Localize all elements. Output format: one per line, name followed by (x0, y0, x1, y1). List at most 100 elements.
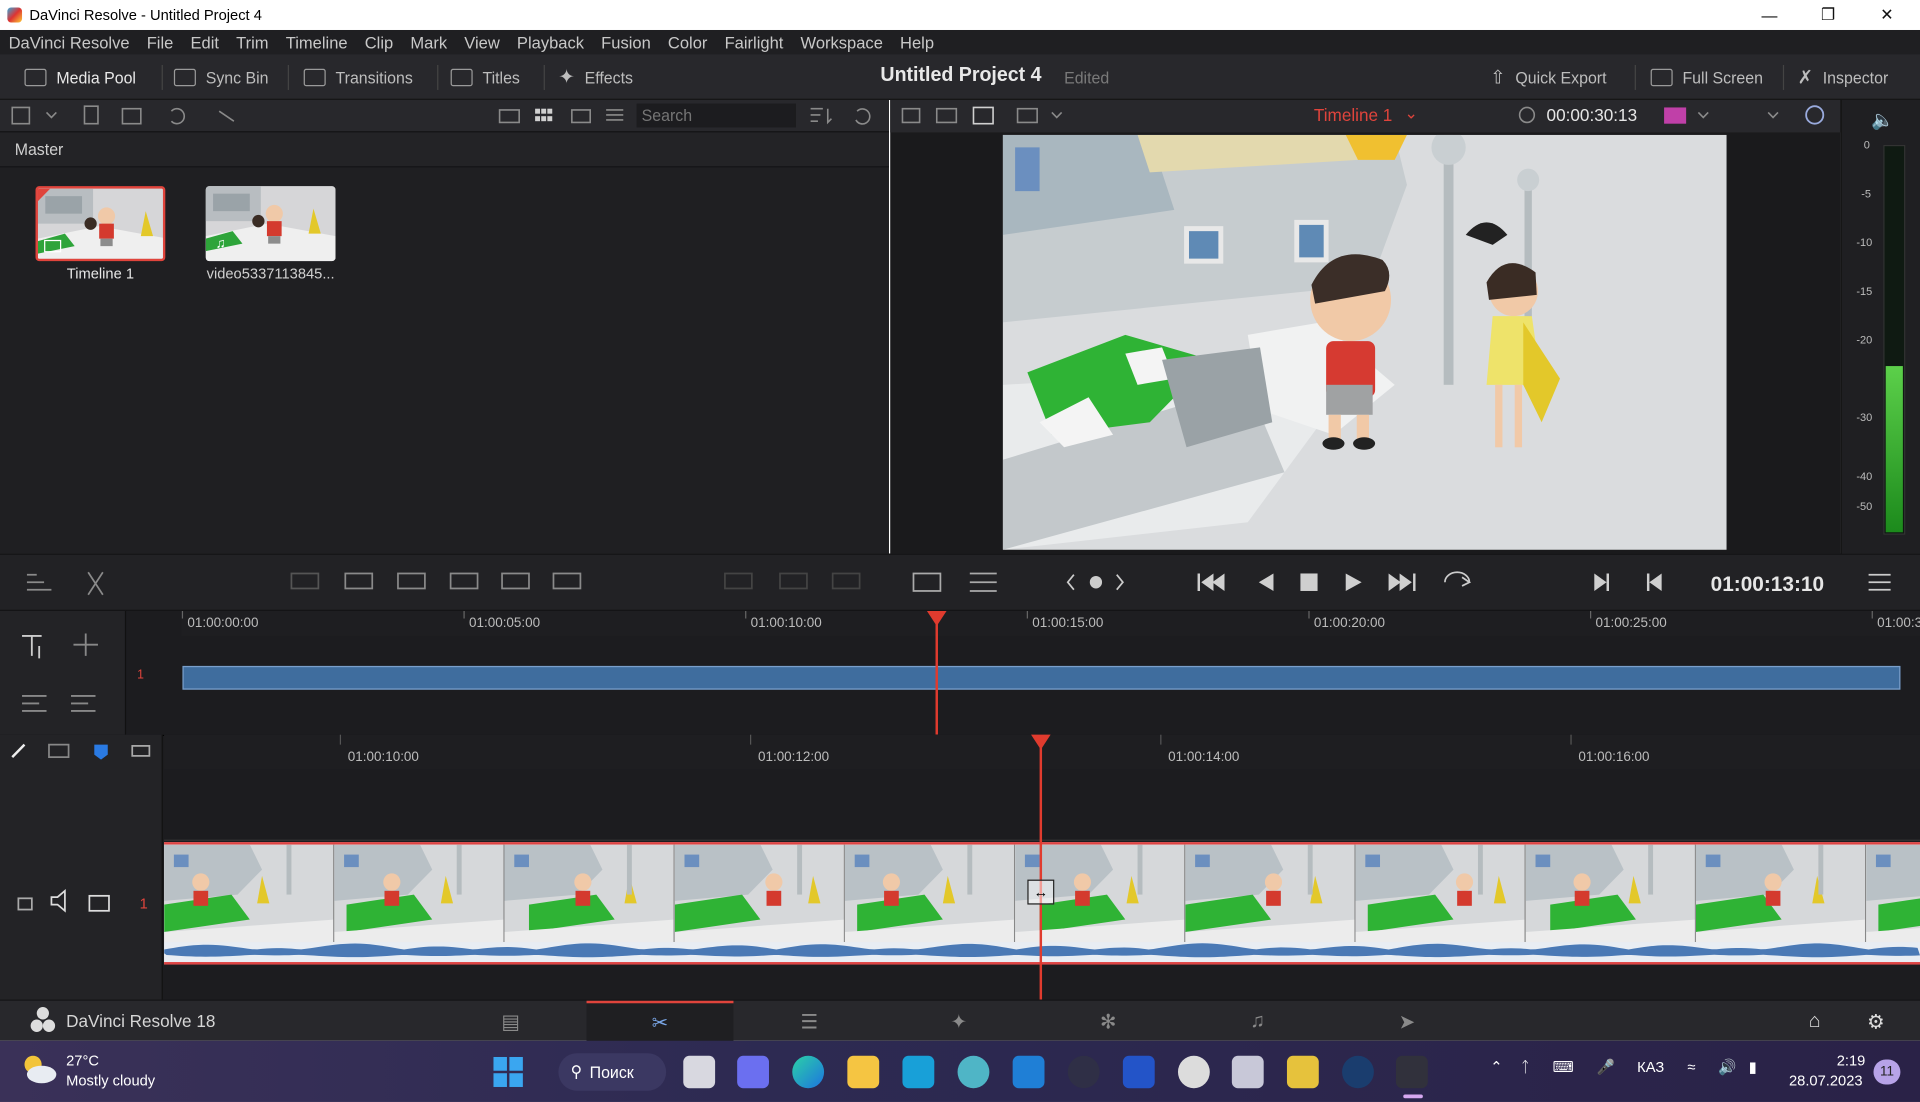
menu-color[interactable]: Color (659, 33, 716, 52)
refresh-icon[interactable] (855, 108, 871, 125)
safe-area-icon[interactable] (1016, 107, 1038, 124)
trim-icon[interactable] (73, 633, 98, 656)
fast-review-icon[interactable] (912, 572, 942, 592)
filmstrip-view-icon[interactable] (571, 109, 592, 124)
relink-icon[interactable] (170, 107, 186, 125)
linked-selection-icon[interactable] (48, 743, 70, 759)
smart-insert-tool-icon[interactable] (290, 572, 320, 590)
page-fusion-tab[interactable]: ✦ (885, 1001, 1032, 1042)
audio-scrub-icon[interactable] (131, 745, 151, 757)
menu-help[interactable]: Help (891, 33, 942, 52)
blade-snap-icon[interactable] (22, 635, 42, 659)
sticky-notes-icon[interactable] (1286, 1055, 1319, 1089)
battery-icon[interactable]: ▮ (1749, 1058, 1757, 1075)
media-pool-button[interactable]: Media Pool (24, 55, 136, 100)
upper-timeline-clip[interactable] (182, 665, 1901, 690)
minimize-button[interactable]: — (1741, 0, 1797, 30)
prev-clip-icon[interactable] (1066, 574, 1075, 591)
camera-snapshot-icon[interactable] (1664, 107, 1687, 124)
timeline-selector[interactable]: Timeline 1 (1314, 105, 1392, 125)
go-to-start-icon[interactable] (1197, 573, 1225, 591)
davinci-resolve-taskbar-icon[interactable] (1395, 1055, 1428, 1089)
prev-edit-icon[interactable] (1646, 573, 1662, 591)
page-cut-tab[interactable]: ✂ (586, 1000, 734, 1042)
track-video-icon[interactable] (88, 894, 110, 912)
source-overwrite-icon[interactable] (552, 572, 582, 590)
reverse-icon[interactable] (1258, 573, 1274, 591)
menu-fusion[interactable]: Fusion (593, 33, 660, 52)
tape-view-icon[interactable] (972, 106, 994, 125)
vscode-icon[interactable] (1012, 1055, 1045, 1089)
teams-chat-icon[interactable] (737, 1055, 769, 1089)
globe-app-icon[interactable] (957, 1055, 990, 1089)
next-clip-icon[interactable] (1116, 574, 1124, 591)
upper-timeline-ruler[interactable]: 01:00:00:00 01:00:05:00 01:00:10:00 01:0… (181, 610, 1920, 636)
grid-view-icon[interactable] (535, 108, 553, 122)
unlink-icon[interactable] (218, 110, 235, 122)
sync-bin-button[interactable]: Sync Bin (173, 55, 269, 100)
sort-icon[interactable] (810, 107, 832, 125)
menu-view[interactable]: View (456, 33, 509, 52)
speedometer-app-icon[interactable] (1067, 1055, 1100, 1089)
input-language[interactable]: КАЗ (1637, 1058, 1664, 1075)
new-bin-icon[interactable] (83, 105, 99, 125)
scissors-icon[interactable] (87, 571, 104, 596)
menu-clip[interactable]: Clip (356, 33, 402, 52)
taskbar-search[interactable]: ⚲ Поиск (558, 1053, 667, 1091)
append-icon[interactable] (344, 572, 374, 590)
play-icon[interactable] (1345, 573, 1362, 591)
place-on-top-icon[interactable] (501, 572, 530, 590)
transitions-button[interactable]: Transitions (303, 55, 413, 100)
notification-badge[interactable]: 11 (1873, 1059, 1901, 1085)
mute-track-icon[interactable] (50, 888, 66, 913)
page-deliver-tab[interactable]: ➤ (1333, 1001, 1480, 1042)
lock-track-icon[interactable] (17, 897, 33, 911)
steam-icon[interactable] (1342, 1055, 1374, 1089)
clip-thumbnail-timeline[interactable] (35, 186, 166, 262)
bin-list-toggle-icon[interactable] (11, 106, 31, 125)
stop-icon[interactable] (1300, 573, 1318, 591)
go-to-end-icon[interactable] (1388, 573, 1416, 591)
page-fairlight-tab[interactable]: ♫ (1184, 1001, 1331, 1042)
menu-mark[interactable]: Mark (402, 33, 456, 52)
page-edit-tab[interactable]: ☰ (736, 1001, 883, 1042)
settings-button[interactable]: ⚙ (1802, 1001, 1920, 1042)
bluetooth-icon[interactable]: ᛏ (1521, 1058, 1530, 1075)
quick-export-button[interactable]: ⇧ Quick Export (1490, 55, 1606, 100)
clock-time[interactable]: 2:19 (1837, 1052, 1866, 1069)
smart-insert-icon[interactable] (26, 573, 52, 591)
transition-icon[interactable] (724, 572, 753, 590)
menu-fairlight[interactable]: Fairlight (716, 33, 792, 52)
snapping-icon[interactable] (11, 743, 26, 759)
task-view-icon[interactable] (683, 1055, 716, 1089)
menu-trim[interactable]: Trim (228, 33, 278, 52)
volume-icon[interactable]: 🔊 (1718, 1058, 1736, 1075)
cube-app-icon[interactable] (1231, 1055, 1264, 1089)
smooth-cut-icon[interactable] (831, 572, 861, 590)
effects-button[interactable]: ✦ Effects (558, 55, 633, 100)
file-explorer-icon[interactable] (847, 1055, 880, 1089)
menu-playback[interactable]: Playback (508, 33, 592, 52)
playback-options-icon[interactable] (969, 572, 997, 592)
menu-file[interactable]: File (138, 33, 182, 52)
inspector-button[interactable]: ✗ Inspector (1798, 55, 1889, 100)
zoom-in-track-icon[interactable] (22, 694, 47, 712)
maxon-app-icon[interactable] (902, 1055, 935, 1089)
dual-view-icon[interactable] (935, 107, 958, 124)
next-edit-icon[interactable] (1594, 573, 1609, 591)
titles-button[interactable]: Titles (450, 55, 520, 100)
close-up-icon[interactable] (449, 572, 479, 590)
wondershare-icon[interactable] (1122, 1055, 1155, 1089)
lower-playhead[interactable] (1039, 742, 1043, 1000)
menu-icon[interactable] (1868, 573, 1891, 591)
github-desktop-icon[interactable] (1177, 1055, 1210, 1089)
menu-edit[interactable]: Edit (182, 33, 228, 52)
menu-workspace[interactable]: Workspace (792, 33, 892, 52)
chevron-down-icon[interactable] (45, 111, 57, 119)
chevron-down-icon[interactable] (1051, 111, 1063, 119)
microphone-icon[interactable]: 🎤 (1597, 1058, 1615, 1075)
chevron-down-icon[interactable] (1697, 111, 1709, 119)
lower-playhead-handle-icon[interactable] (1031, 734, 1051, 750)
upper-playhead-handle-icon[interactable] (926, 610, 947, 626)
clock-date[interactable]: 28.07.2023 (1789, 1072, 1863, 1089)
